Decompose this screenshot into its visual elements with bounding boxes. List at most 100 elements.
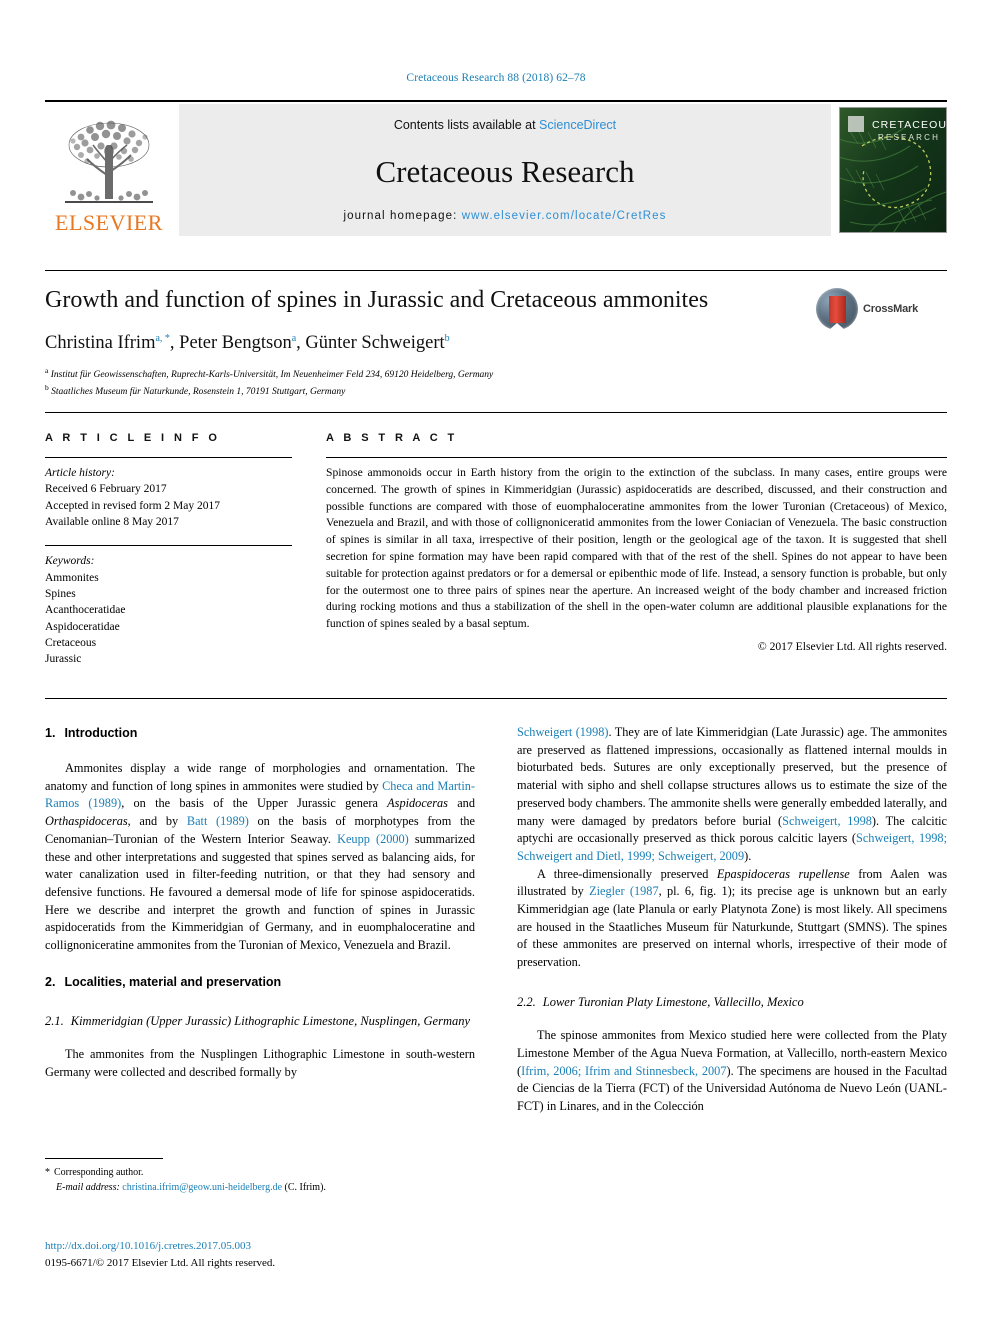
text-run: ). — [744, 848, 752, 863]
footnote-line: * Corresponding author. — [45, 1166, 475, 1181]
subsection-number: 2.2. — [517, 994, 536, 1009]
page-title: Growth and function of spines in Jurassi… — [45, 287, 709, 313]
author-list: Christina Ifrima, *, Peter Bengtsona, Gü… — [45, 333, 450, 354]
crossmark-icon — [816, 288, 858, 330]
body-column-right: Schweigert (1998). They are of late Kimm… — [517, 724, 947, 1116]
email-suffix: (C. Ifrim). — [284, 1181, 326, 1193]
citation-link[interactable]: Ifrim, 2006; Ifrim and Stinnesbeck, 2007 — [521, 1064, 726, 1078]
abstract-text: Spinose ammonoids occur in Earth history… — [326, 466, 947, 631]
journal-homepage-line: journal homepage: www.elsevier.com/locat… — [343, 210, 666, 222]
affiliation-list: a Institut für Geowissenschaften, Ruprec… — [45, 366, 845, 400]
taxon-name: Aspidoceras — [387, 796, 448, 811]
paragraph: Ammonites display a wide range of morpho… — [45, 760, 475, 955]
affiliation-item: b Staatliches Museum für Naturkunde, Ros… — [45, 383, 845, 400]
subsection-heading-2-2: 2.2. Lower Turonian Platy Limestone, Vall… — [517, 994, 947, 1012]
title-divider — [45, 270, 947, 271]
doi-link[interactable]: http://dx.doi.org/10.1016/j.cretres.2017… — [45, 1238, 505, 1255]
footnote-email-line: E-mail address: christina.ifrim@geow.uni… — [45, 1181, 475, 1196]
section-number: 2. — [45, 974, 56, 989]
body-column-left: 1. Introduction Ammonites display a wide … — [45, 724, 475, 1082]
journal-homepage-link[interactable]: www.elsevier.com/locate/CretRes — [462, 210, 667, 222]
text-run: and — [447, 796, 475, 811]
asterisk-icon: * — [45, 1167, 50, 1178]
issn-copyright-line: 0195-6671/© 2017 Elsevier Ltd. All right… — [45, 1256, 276, 1269]
paragraph: Schweigert (1998). They are of late Kimm… — [517, 724, 947, 866]
homepage-prefix: journal homepage: — [343, 210, 462, 222]
article-info-heading: A R T I C L E I N F O — [45, 432, 221, 444]
affiliation-mark: a — [45, 366, 49, 375]
paragraph: The ammonites from the Nusplingen Lithog… — [45, 1047, 475, 1079]
elsevier-tree-icon — [65, 120, 153, 203]
cover-title-line1: CRETACEOUS — [872, 119, 946, 131]
info-block-top-divider — [45, 412, 947, 413]
section-title: Introduction — [64, 726, 138, 740]
sciencedirect-link[interactable]: ScienceDirect — [539, 118, 616, 132]
abstract-copyright: © 2017 Elsevier Ltd. All rights reserved… — [757, 639, 947, 653]
author-marks: a — [291, 333, 297, 344]
crossmark-label: CrossMark — [863, 303, 919, 315]
affiliation-text: Staatliches Museum für Naturkunde, Rosen… — [51, 387, 346, 398]
article-info-divider — [45, 457, 292, 458]
corresponding-author-footnote: * Corresponding author. E-mail address: c… — [45, 1158, 475, 1195]
abstract-divider — [326, 457, 947, 458]
taxon-name: Epaspidoceras rupellense — [716, 866, 850, 881]
article-history-list: Received 6 February 2017 Accepted in rev… — [45, 481, 292, 530]
info-block-bottom-divider — [45, 698, 947, 699]
text-run: . They are of late Kimmeridgian (Late Ju… — [517, 725, 947, 828]
keyword-item: Aspidoceratidae — [45, 620, 120, 633]
doi-footer: http://dx.doi.org/10.1016/j.cretres.2017… — [45, 1238, 505, 1271]
article-info-column: A R T I C L E I N F O Article history: R… — [45, 432, 292, 668]
contents-prefix: Contents lists available at — [393, 118, 540, 132]
author-name: Peter Bengtson — [179, 333, 292, 354]
citation-link[interactable]: Ziegler (1987 — [589, 884, 659, 898]
email-label: E-mail address: — [56, 1181, 120, 1193]
citation-link[interactable]: Schweigert (1998) — [517, 725, 608, 739]
taxon-name: Orthaspidoceras — [45, 814, 128, 829]
subsection-title: Kimmeridgian (Upper Jurassic) Lithograph… — [70, 1013, 471, 1028]
author-marks: a, * — [155, 333, 170, 344]
affiliation-text: Institut für Geowissenschaften, Ruprecht… — [50, 370, 494, 381]
section-title: Localities, material and preservation — [64, 974, 282, 989]
footnote-divider — [45, 1158, 163, 1159]
subsection-number: 2.1. — [45, 1013, 64, 1028]
contents-available-line: Contents lists available at ScienceDirec… — [394, 118, 616, 132]
section-heading-2: 2. Localities, material and preservation — [45, 973, 475, 991]
history-item: Received 6 February 2017 — [45, 483, 167, 496]
subsection-title: Lower Turonian Platy Limestone, Vallecil… — [542, 994, 804, 1009]
keyword-item: Acanthoceratidae — [45, 604, 126, 617]
author-marks: b — [444, 333, 450, 344]
paragraph: A three-dimensionally preserved Epaspido… — [517, 866, 947, 972]
journal-title: Cretaceous Research — [375, 153, 635, 189]
text-run: , on the basis of the Upper Jurassic gen… — [121, 796, 388, 811]
text-run: A three-dimensionally preserved — [537, 866, 717, 881]
corresponding-author-label: Corresponding author. — [54, 1167, 144, 1178]
keywords-divider — [45, 545, 292, 547]
section-number: 1. — [45, 726, 56, 740]
elsevier-logo: ELSEVIER — [45, 104, 173, 236]
email-link[interactable]: christina.ifrim@geow.uni-heidelberg.de — [122, 1182, 282, 1193]
abstract-heading: A B S T R A C T — [326, 432, 458, 444]
affiliation-mark: b — [45, 382, 49, 392]
history-item: Accepted in revised form 2 May 2017 — [45, 499, 221, 512]
keyword-item: Cretaceous — [45, 636, 97, 649]
section-heading-1: 1. Introduction — [45, 724, 475, 742]
author-name: Günter Schweigert — [305, 333, 445, 354]
article-history-label: Article history: — [45, 467, 115, 479]
journal-band: Contents lists available at ScienceDirec… — [179, 104, 831, 236]
keywords-list: Ammonites Spines Acanthoceratidae Aspido… — [45, 570, 292, 668]
subsection-heading-2-1: 2.1. Kimmeridgian (Upper Jurassic) Lithog… — [45, 1013, 475, 1031]
keyword-item: Ammonites — [45, 571, 99, 584]
paragraph: The spinose ammonites from Mexico studie… — [517, 1027, 947, 1116]
elsevier-wordmark: ELSEVIER — [55, 210, 163, 235]
journal-cover-thumbnail: CRETACEOUS RESEARCH — [839, 107, 947, 233]
citation-link[interactable]: Batt (1989) — [187, 814, 249, 828]
citation-link[interactable]: Keupp (2000) — [337, 832, 409, 846]
citation-link[interactable]: Schweigert, 1998 — [782, 814, 872, 828]
history-item: Available online 8 May 2017 — [45, 515, 179, 528]
keywords-label: Keywords: — [45, 555, 95, 568]
abstract-column: A B S T R A C T Spinose ammonoids occur … — [326, 432, 947, 653]
author-name: Christina Ifrim — [45, 333, 156, 354]
crossmark-badge[interactable]: CrossMark — [816, 288, 918, 330]
journal-masthead: ELSEVIER Contents lists available at Sci… — [45, 100, 947, 236]
keyword-item: Jurassic — [45, 653, 82, 666]
